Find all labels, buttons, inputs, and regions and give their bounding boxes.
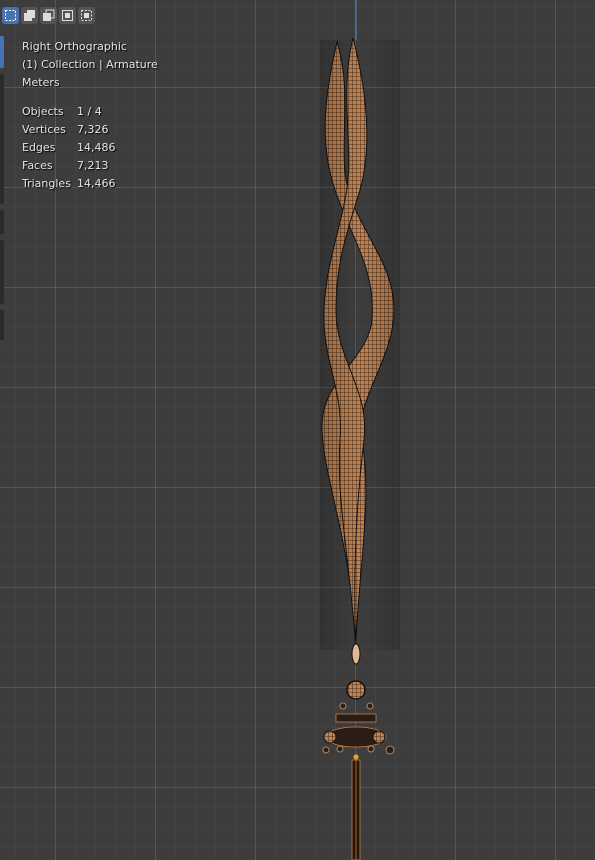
stat-row-vertices: Vertices 7,326 xyxy=(22,121,158,139)
view-name: Right Orthographic xyxy=(22,40,127,53)
select-box-icon xyxy=(5,10,16,21)
stat-row-edges: Edges 14,486 xyxy=(22,139,158,157)
select-extend-button[interactable] xyxy=(21,7,38,24)
viewport-info-overlay: Right Orthographic (1) Collection | Arma… xyxy=(22,38,158,193)
collection-info: (1) Collection | Armature xyxy=(22,58,158,71)
toolbar-edge xyxy=(0,36,4,346)
select-subtract-icon xyxy=(43,9,55,21)
stat-label: Vertices xyxy=(22,123,66,136)
blade-tip xyxy=(351,643,361,665)
selection-mode-toolbar xyxy=(0,0,95,39)
origin-point xyxy=(353,754,359,760)
select-box-button[interactable] xyxy=(2,7,19,24)
3d-viewport[interactable]: Right Orthographic (1) Collection | Arma… xyxy=(0,0,595,860)
select-intersect-icon xyxy=(62,10,73,21)
select-extend-icon xyxy=(24,10,35,21)
unit-system: Meters xyxy=(22,76,60,89)
scene-statistics: Objects 1 / 4 Vertices 7,326 Edges 14,48… xyxy=(22,103,158,193)
stat-label: Objects xyxy=(22,105,64,118)
stat-value: 7,326 xyxy=(77,123,109,136)
select-intersect-button[interactable] xyxy=(59,7,76,24)
pommel-top xyxy=(346,680,366,700)
toolbar-tab[interactable] xyxy=(0,310,4,340)
stat-value: 14,486 xyxy=(77,141,116,154)
toolbar-tab[interactable] xyxy=(0,210,4,234)
stat-row-objects: Objects 1 / 4 xyxy=(22,103,158,121)
stat-value: 14,466 xyxy=(77,177,116,190)
stat-label: Triangles xyxy=(22,177,71,190)
stat-value: 1 / 4 xyxy=(77,105,102,118)
select-subtract-button[interactable] xyxy=(40,7,57,24)
stat-row-triangles: Triangles 14,466 xyxy=(22,175,158,193)
stat-label: Faces xyxy=(22,159,53,172)
select-invert-button[interactable] xyxy=(78,7,95,24)
stat-row-faces: Faces 7,213 xyxy=(22,157,158,175)
stat-value: 7,213 xyxy=(77,159,109,172)
toolbar-tab[interactable] xyxy=(0,74,4,204)
select-invert-icon xyxy=(81,10,92,21)
stat-label: Edges xyxy=(22,141,56,154)
toolbar-tab[interactable] xyxy=(0,240,4,304)
toolbar-tab-active[interactable] xyxy=(0,36,4,68)
